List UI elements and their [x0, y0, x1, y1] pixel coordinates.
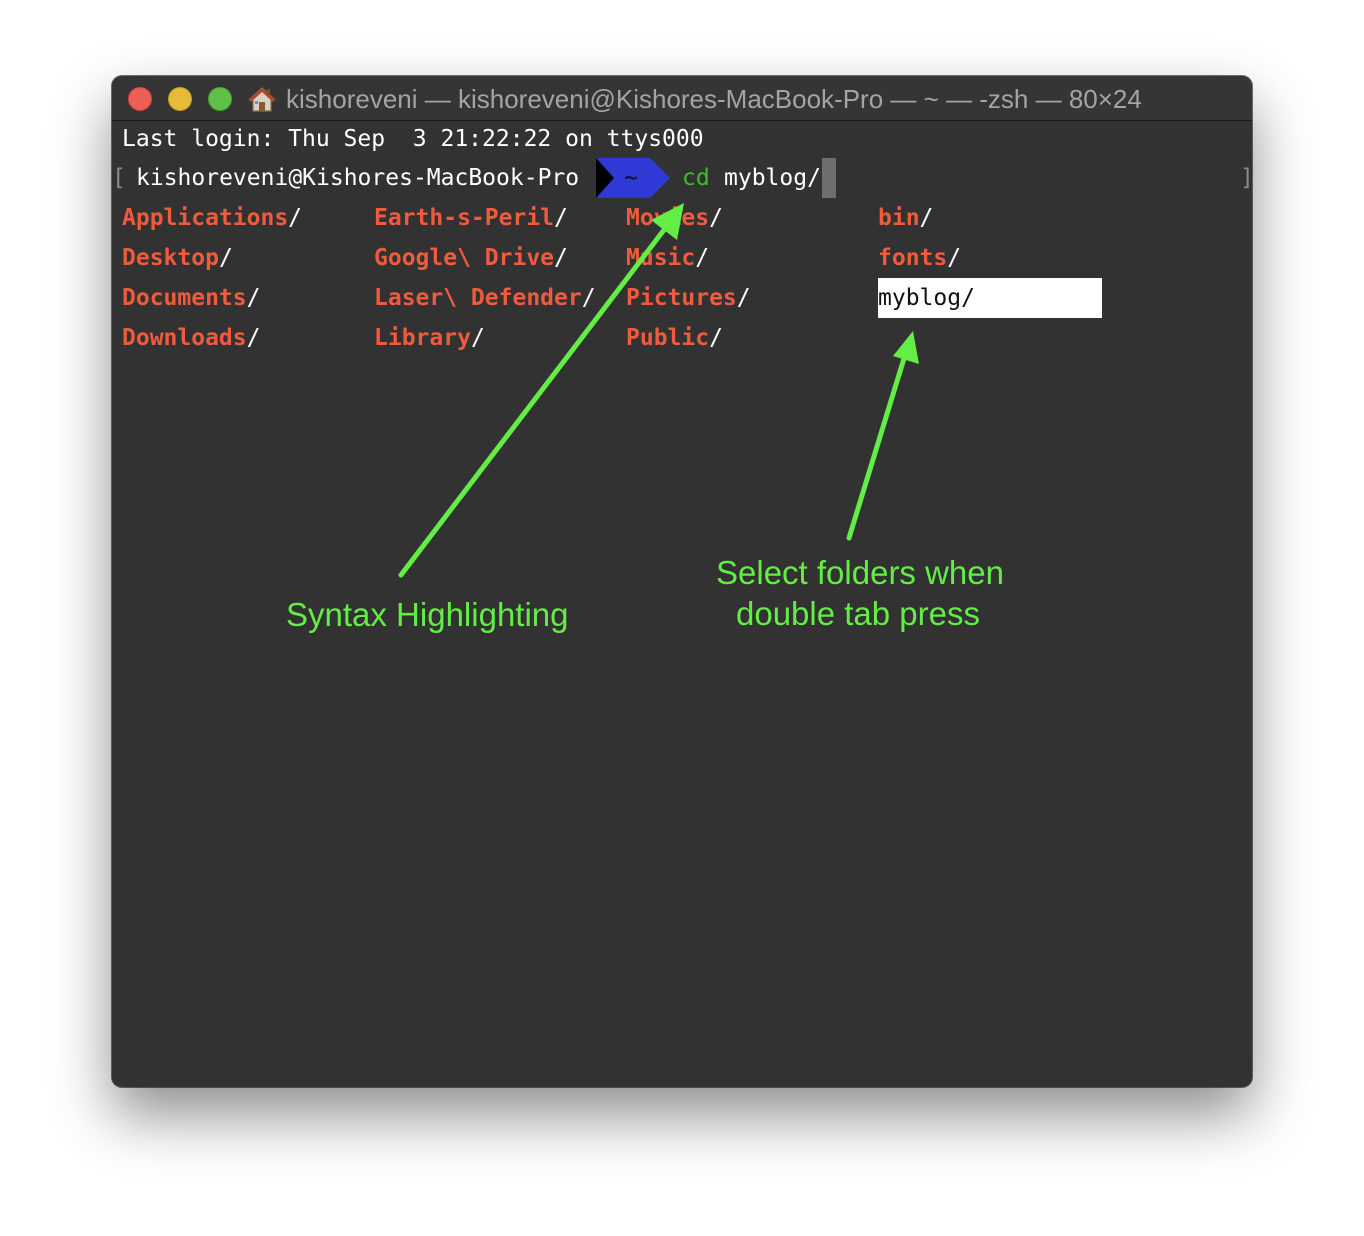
title-bar[interactable]: kishoreveni — kishoreveni@Kishores-MacBo… — [112, 76, 1252, 121]
prompt-bracket-close: ] — [1240, 158, 1252, 198]
completion-item-name: Laser\ Defender — [374, 285, 582, 311]
home-icon — [248, 87, 276, 112]
completion-item-suffix: / — [554, 205, 568, 231]
command-name: cd — [682, 165, 710, 191]
window-title: kishoreveni — kishoreveni@Kishores-MacBo… — [286, 84, 1142, 114]
last-login-line: Last login: Thu Sep 3 21:22:22 on ttys00… — [122, 126, 704, 152]
completion-item-name: Applications — [122, 205, 289, 231]
prompt-dir: ~ — [624, 165, 638, 191]
completion-item-name: fonts — [878, 245, 948, 271]
completion-item-suffix: / — [246, 325, 261, 351]
completion-item-name: Downloads — [122, 325, 247, 351]
completion-item-name: Pictures — [626, 285, 737, 311]
completion-item-suffix: / — [947, 245, 962, 271]
completion-item[interactable]: Desktop/ — [122, 238, 233, 278]
completion-item-name: myblog — [878, 285, 962, 311]
annotation-syntax-highlighting: Syntax Highlighting — [286, 596, 569, 633]
terminal-window: kishoreveni — kishoreveni@Kishores-MacBo… — [112, 76, 1252, 1087]
completion-item-suffix: / — [709, 325, 723, 351]
completion-item-suffix: / — [554, 245, 568, 271]
completion-item[interactable]: Public/ — [626, 318, 723, 358]
prompt-separator — [596, 158, 614, 198]
completion-item[interactable]: bin/ — [878, 198, 933, 238]
completion-item-suffix: / — [709, 205, 723, 231]
completion-item-name: bin — [878, 205, 920, 231]
completion-item[interactable]: Movies/ — [626, 198, 723, 238]
close-window-button[interactable] — [128, 87, 152, 111]
completion-item-suffix: / — [288, 205, 303, 231]
text-cursor — [822, 158, 836, 198]
minimize-window-button[interactable] — [168, 87, 192, 111]
command-argument: myblog/ — [724, 165, 821, 191]
completion-item-suffix: / — [736, 285, 751, 311]
completion-item[interactable]: fonts/ — [878, 238, 961, 278]
completion-item[interactable]: Pictures/ — [626, 278, 751, 318]
completion-item-name: Public — [626, 325, 710, 351]
annotation-select-folders-line1: Select folders when — [716, 554, 1004, 591]
prompt-user-host: kishoreveni@Kishores-MacBook-Pro — [136, 165, 580, 191]
completion-item-suffix: / — [470, 325, 485, 351]
completion-item-suffix: / — [695, 245, 710, 271]
completion-item-name: Earth-s-Peril — [374, 205, 555, 231]
completion-item-suffix: / — [581, 285, 596, 311]
completion-item-name: Google\ Drive — [374, 245, 555, 271]
annotation-select-folders-line2: double tab press — [736, 595, 981, 632]
completion-item-suffix: / — [961, 285, 975, 311]
completion-item[interactable]: Laser\ Defender/ — [374, 278, 596, 318]
completion-item-suffix: / — [218, 245, 233, 271]
completion-item[interactable]: Applications/ — [122, 198, 302, 238]
terminal-content[interactable]: Last login: Thu Sep 3 21:22:22 on ttys00… — [112, 121, 1252, 1087]
completion-item[interactable]: Google\ Drive/ — [374, 238, 568, 278]
completion-item-name: Movies — [626, 205, 710, 231]
zoom-window-button[interactable] — [208, 87, 232, 111]
prompt-dir-arrow — [650, 158, 670, 198]
prompt-bracket-open: [ — [112, 165, 126, 191]
completion-item-suffix: / — [919, 205, 934, 231]
completion-item-selected[interactable]: myblog/ — [878, 278, 1102, 318]
completion-item-name: Music — [626, 245, 696, 271]
completion-item[interactable]: Music/ — [626, 238, 709, 278]
completion-item-name: Documents — [122, 285, 247, 311]
completion-item[interactable]: Downloads/ — [122, 318, 260, 358]
completion-item-name: Desktop — [122, 245, 219, 271]
completion-item[interactable]: Library/ — [374, 318, 485, 358]
completion-item-suffix: / — [246, 285, 261, 311]
completion-item[interactable]: Earth-s-Peril/ — [374, 198, 568, 238]
completion-item[interactable]: Documents/ — [122, 278, 260, 318]
completion-item-name: Library — [374, 325, 471, 351]
